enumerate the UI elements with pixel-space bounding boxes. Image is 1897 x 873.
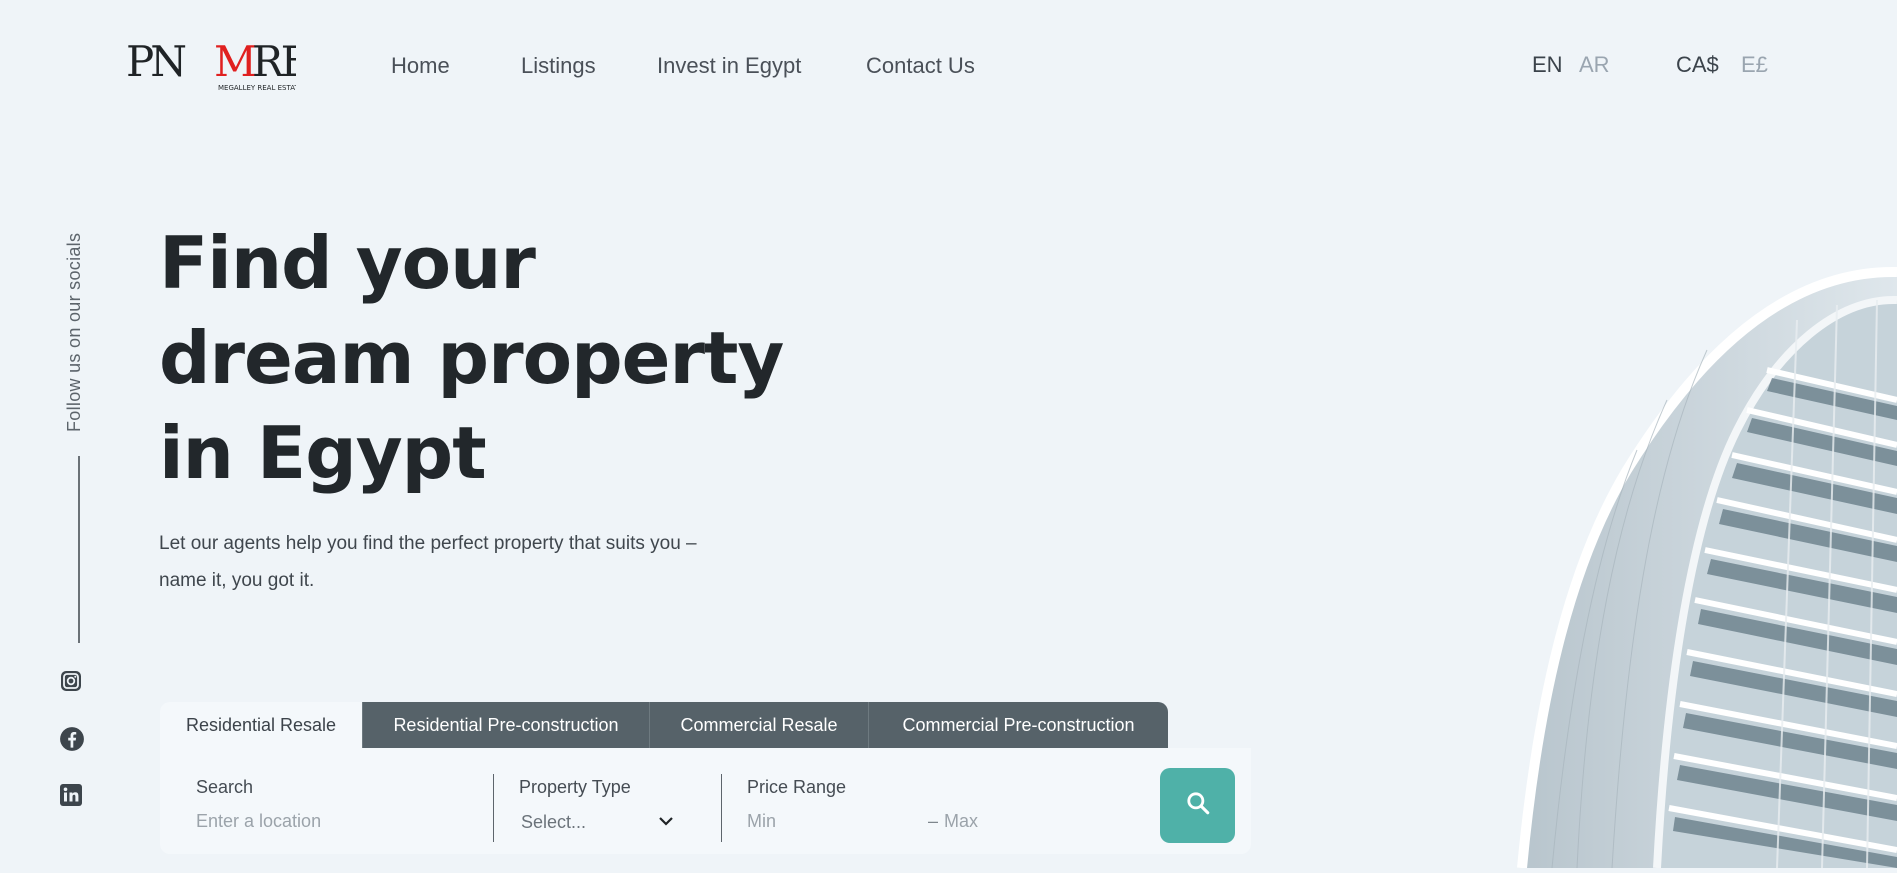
search-panel: Search Enter a location Property Type Se… xyxy=(160,748,1251,854)
tab-commercial-pre-construction[interactable]: Commercial Pre-construction xyxy=(868,702,1168,748)
search-label: Search xyxy=(196,777,254,797)
svg-text:RE: RE xyxy=(252,38,296,86)
search-tabs: Residential Resale Residential Pre-const… xyxy=(160,702,1168,748)
tab-residential-resale[interactable]: Residential Resale xyxy=(160,702,362,748)
svg-text:M: M xyxy=(214,38,255,86)
search-icon xyxy=(1185,790,1211,821)
follow-socials-label: Follow us on our socials xyxy=(64,232,84,432)
language-ar[interactable]: AR xyxy=(1579,52,1610,78)
chevron-down-icon[interactable] xyxy=(657,812,675,835)
tab-commercial-resale[interactable]: Commercial Resale xyxy=(649,702,868,748)
hero-subtitle: Let our agents help you find the perfect… xyxy=(159,533,697,591)
nav-invest-in-egypt[interactable]: Invest in Egypt xyxy=(657,53,801,79)
currency-egp[interactable]: E£ xyxy=(1741,52,1768,78)
tab-residential-pre-construction[interactable]: Residential Pre-construction xyxy=(362,702,649,748)
svg-text:PN: PN xyxy=(126,38,185,86)
linkedin-icon[interactable] xyxy=(59,783,83,807)
search-button[interactable] xyxy=(1160,768,1235,843)
field-divider xyxy=(493,774,494,842)
brand-tagline: MEGALLEY REAL ESTATE xyxy=(218,84,296,92)
property-type-label: Property Type xyxy=(519,777,631,797)
search-location-input[interactable]: Enter a location xyxy=(196,811,321,832)
social-rail-divider xyxy=(78,456,80,643)
property-type-select[interactable]: Select... xyxy=(521,812,586,833)
price-range-label: Price Range xyxy=(747,777,847,797)
nav-home[interactable]: Home xyxy=(391,53,450,79)
nav-contact-us[interactable]: Contact Us xyxy=(866,53,975,79)
price-min-input[interactable]: Min xyxy=(747,811,776,832)
facebook-icon[interactable] xyxy=(59,726,84,751)
hero-title: Find your dream property in Egypt xyxy=(159,221,784,495)
currency-cad[interactable]: CA$ xyxy=(1676,52,1719,78)
price-max-input[interactable]: Max xyxy=(944,811,978,832)
building-image xyxy=(1237,260,1897,869)
brand-logo[interactable]: PN M RE MEGALLEY REAL ESTATE xyxy=(126,37,312,94)
instagram-icon[interactable] xyxy=(59,669,83,693)
price-range-separator: – xyxy=(928,811,939,831)
language-en[interactable]: EN xyxy=(1532,52,1563,78)
field-divider xyxy=(721,774,722,842)
nav-listings[interactable]: Listings xyxy=(521,53,596,79)
